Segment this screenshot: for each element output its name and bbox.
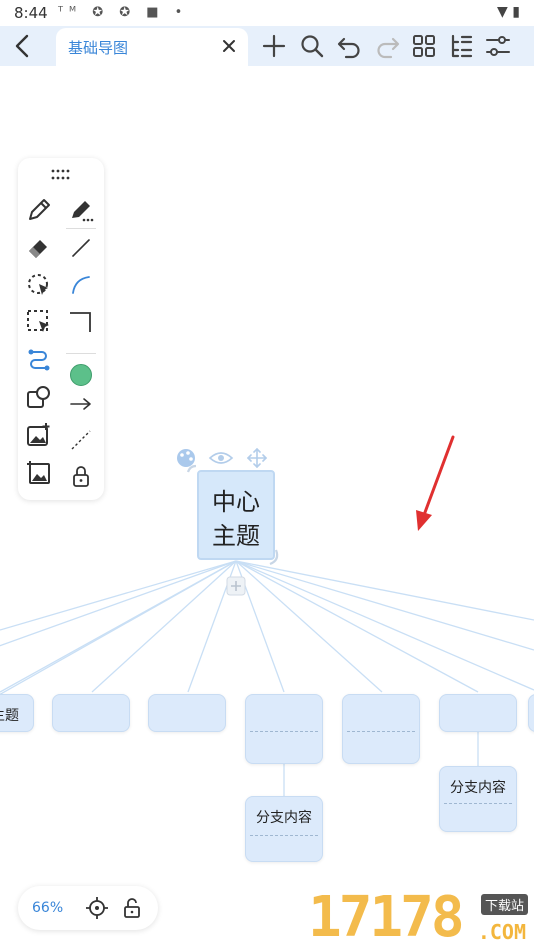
- node-divider: [444, 803, 512, 804]
- branch-node[interactable]: [148, 694, 226, 732]
- image-add-icon[interactable]: [25, 421, 53, 449]
- line-icon[interactable]: [67, 234, 95, 262]
- watermark-digits: 17178: [308, 885, 465, 950]
- central-topic-line1: 中心: [212, 488, 260, 516]
- drawing-tool-palette: [18, 158, 104, 500]
- central-topic-node[interactable]: 中心 主题: [197, 470, 275, 560]
- resize-handle-icon: [186, 464, 197, 473]
- node-divider: [250, 835, 318, 836]
- search-icon[interactable]: [297, 31, 327, 61]
- arc-icon[interactable]: [67, 271, 95, 299]
- sub-topic-label: 分支内容: [450, 780, 506, 796]
- branch-node[interactable]: [52, 694, 130, 732]
- palette-divider: [66, 353, 96, 354]
- zoom-bar: 66%: [18, 886, 158, 930]
- corner-line-icon[interactable]: [67, 308, 95, 336]
- branch-node[interactable]: [342, 694, 420, 764]
- zoom-level[interactable]: 66%: [32, 900, 63, 916]
- lasso-icon[interactable]: [25, 271, 53, 299]
- image-frame-icon[interactable]: [25, 459, 53, 487]
- sub-topic-node[interactable]: 分支内容: [245, 796, 323, 862]
- settings-sliders-icon[interactable]: [483, 31, 513, 61]
- move-icon[interactable]: [246, 447, 268, 469]
- unlock-icon[interactable]: [120, 896, 144, 920]
- document-tab[interactable]: 基础导图: [56, 28, 248, 66]
- color-swatch-fill: [70, 364, 92, 386]
- marker-pen-icon[interactable]: [67, 196, 95, 224]
- tab-title: 基础导图: [68, 39, 129, 57]
- layout-grid-icon[interactable]: [409, 31, 439, 61]
- add-icon[interactable]: [259, 31, 289, 61]
- add-child-icon[interactable]: [226, 576, 246, 596]
- undo-icon[interactable]: [335, 31, 365, 61]
- watermark-tag: 下载站: [480, 894, 528, 915]
- redo-icon[interactable]: [372, 31, 402, 61]
- branch-node[interactable]: [439, 694, 517, 732]
- status-bar: 8:44 ᵀᴹ ✪ ✪ ■ • ▼ ▮: [0, 0, 534, 26]
- visibility-eye-icon[interactable]: [208, 452, 234, 464]
- central-topic-line2: 主题: [212, 522, 260, 550]
- color-swatch[interactable]: [67, 361, 95, 389]
- palette-divider: [66, 228, 96, 229]
- select-rect-icon[interactable]: [25, 308, 53, 336]
- node-divider: [250, 731, 318, 732]
- sub-topic-label: 分支内容: [256, 810, 312, 826]
- branch-node[interactable]: [528, 694, 534, 732]
- shape-icon[interactable]: [25, 383, 53, 411]
- close-icon[interactable]: [218, 33, 240, 59]
- arrow-icon[interactable]: [67, 390, 95, 418]
- status-notification-icons: ᵀᴹ ✪ ✪ ■ •: [58, 5, 189, 20]
- pen-icon[interactable]: [25, 196, 53, 224]
- top-toolbar: 基础导图: [0, 26, 534, 66]
- eraser-icon[interactable]: [25, 234, 53, 262]
- branch-node-label: 主题: [0, 708, 19, 724]
- site-watermark-logo: 17178 下载站 .COM: [308, 886, 534, 950]
- sub-topic-node[interactable]: 分支内容: [439, 766, 517, 832]
- dashed-line-icon[interactable]: [67, 426, 95, 454]
- wifi-icon: ▼: [497, 4, 508, 20]
- drag-handle-icon[interactable]: [49, 167, 73, 183]
- battery-icon: ▮: [512, 4, 520, 20]
- node-divider: [347, 731, 415, 732]
- watermark-domain: .COM: [477, 920, 526, 944]
- status-right-icons: ▼ ▮: [497, 4, 520, 20]
- status-time: 8:44: [14, 4, 48, 22]
- outline-icon[interactable]: [446, 31, 476, 61]
- connector-icon[interactable]: [25, 346, 53, 374]
- annotation-arrow: [416, 435, 455, 531]
- branch-node[interactable]: 主题: [0, 694, 34, 732]
- back-arrow-icon[interactable]: [8, 30, 36, 62]
- node-style-icon[interactable]: [177, 449, 195, 467]
- locate-center-icon[interactable]: [85, 896, 109, 920]
- lock-icon[interactable]: [67, 463, 95, 491]
- branch-node[interactable]: [245, 694, 323, 764]
